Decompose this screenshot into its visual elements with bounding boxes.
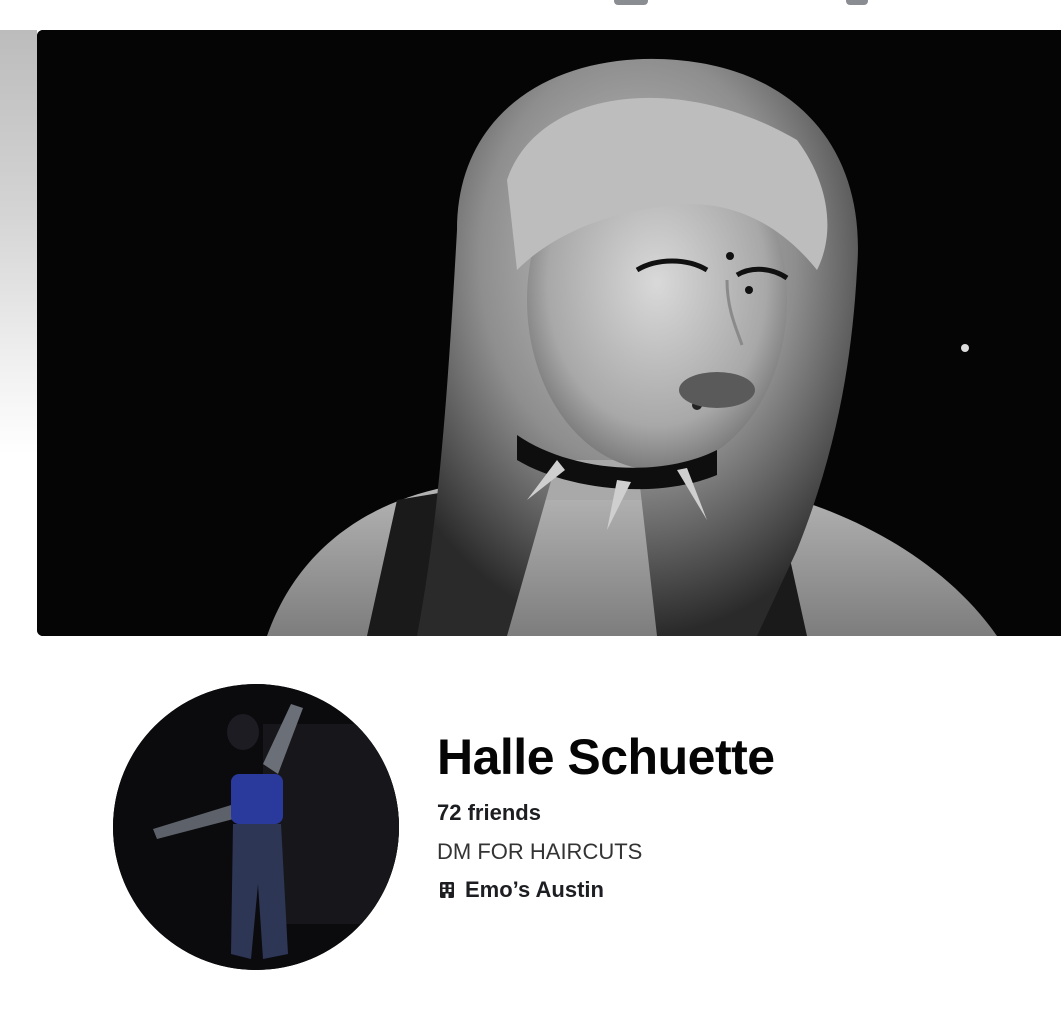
profile-info: Halle Schuette 72 friends DM FOR HAIRCUT… <box>437 726 775 903</box>
building-icon <box>440 882 454 898</box>
workplace-label: Emo’s Austin <box>465 877 604 902</box>
left-gutter <box>0 30 37 636</box>
top-navigation-bar <box>0 0 1061 30</box>
profile-name: Halle Schuette <box>437 729 775 785</box>
profile-bio: DM FOR HAIRCUTS <box>437 839 643 864</box>
workplace-item[interactable]: Emo’s Austin <box>437 877 775 903</box>
nav-tab-indicator[interactable] <box>846 0 868 5</box>
cover-photo[interactable] <box>37 30 1061 636</box>
nav-tab-indicator[interactable] <box>614 0 648 5</box>
profile-picture-image <box>113 684 399 970</box>
profile-picture[interactable] <box>113 684 399 970</box>
cover-photo-image <box>37 30 1061 636</box>
friends-count-link[interactable]: 72 friends <box>437 800 541 826</box>
